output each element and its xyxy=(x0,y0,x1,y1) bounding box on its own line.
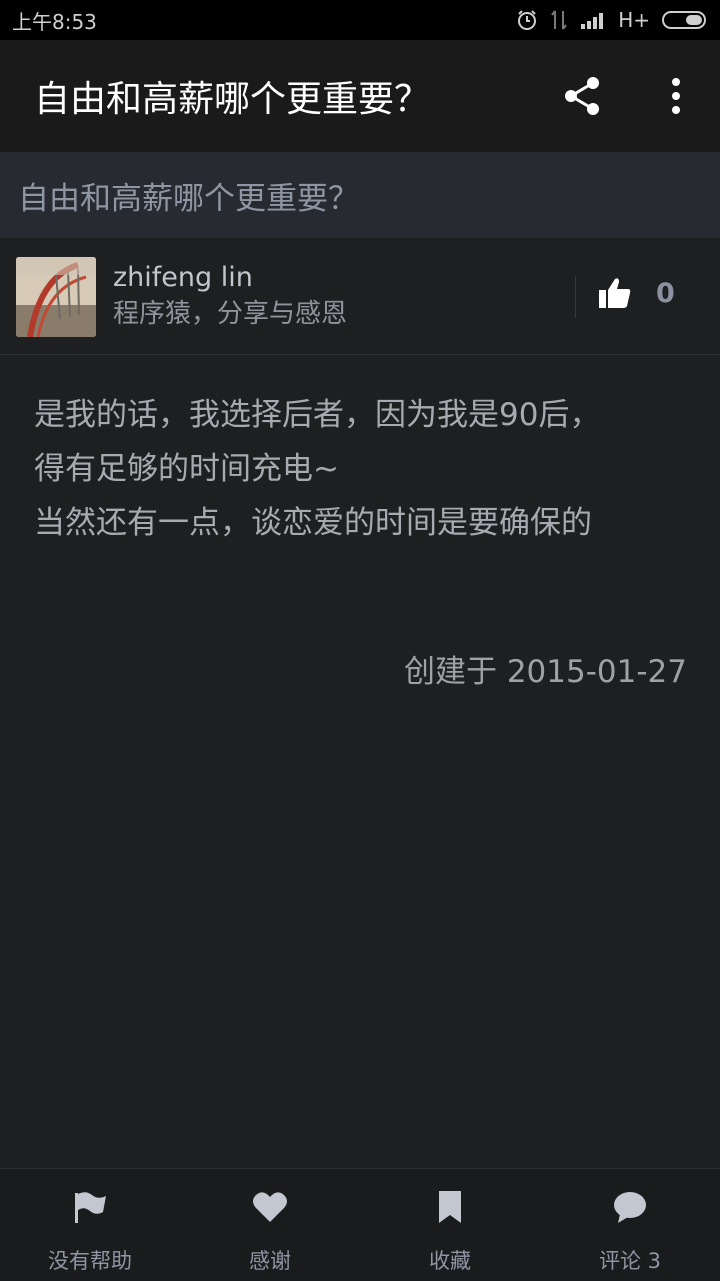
thanks-label: 感谢 xyxy=(249,1249,291,1273)
bookmark-icon xyxy=(439,1191,461,1223)
more-vert-icon xyxy=(672,78,680,114)
bottom-action-bar: 没有帮助 感谢 收藏 评论 3 xyxy=(0,1168,720,1281)
not-helpful-button[interactable]: 没有帮助 xyxy=(0,1169,180,1281)
collect-label: 收藏 xyxy=(429,1249,471,1273)
question-title: 自由和高薪哪个更重要？ xyxy=(18,180,359,217)
app-bar: 自由和高薪哪个更重要？ xyxy=(0,40,720,152)
data-transfer-icon xyxy=(551,10,568,30)
network-type: H+ xyxy=(618,8,650,32)
status-icons: H+ xyxy=(516,8,708,32)
vote-button[interactable]: 0 xyxy=(598,276,675,310)
answer-line: 当然还有一点，谈恋爱的时间是要确保的 xyxy=(34,505,592,541)
vote-divider xyxy=(575,276,576,318)
author-row[interactable]: zhifeng lin 程序猿，分享与感恩 0 xyxy=(0,238,720,355)
not-helpful-label: 没有帮助 xyxy=(48,1249,132,1273)
vote-count: 0 xyxy=(656,277,675,309)
signal-icon xyxy=(581,13,604,29)
author-name[interactable]: zhifeng lin xyxy=(113,260,347,296)
thanks-button[interactable]: 感谢 xyxy=(180,1169,360,1281)
status-bar: 上午8:53 H+ xyxy=(0,0,720,40)
alarm-icon xyxy=(518,10,537,30)
collect-button[interactable]: 收藏 xyxy=(360,1169,540,1281)
share-button[interactable] xyxy=(558,72,606,120)
battery-icon xyxy=(662,11,706,29)
more-options-button[interactable] xyxy=(652,72,700,120)
app-bar-title: 自由和高薪哪个更重要？ xyxy=(34,79,431,120)
question-title-bar[interactable]: 自由和高薪哪个更重要？ xyxy=(0,152,720,238)
heart-icon xyxy=(253,1192,287,1222)
avatar[interactable] xyxy=(16,257,96,337)
answer-line: 得有足够的时间充电~ xyxy=(34,451,339,487)
comment-icon xyxy=(614,1192,646,1223)
comment-button[interactable]: 评论 3 xyxy=(540,1169,720,1281)
created-date: 创建于 2015-01-27 xyxy=(403,654,687,690)
share-icon xyxy=(565,77,599,115)
avatar-image xyxy=(16,257,96,337)
comment-label: 评论 3 xyxy=(598,1249,662,1273)
thumbs-up-icon xyxy=(599,278,631,308)
flag-icon xyxy=(75,1192,106,1223)
answer-content: 是我的话，我选择后者，因为我是90后， 得有足够的时间充电~ 当然还有一点，谈恋… xyxy=(34,388,694,550)
author-bio: 程序猿，分享与感恩 xyxy=(113,299,348,329)
answer-line: 是我的话，我选择后者，因为我是90后， xyxy=(34,397,601,433)
status-time: 上午8:53 xyxy=(12,9,97,34)
